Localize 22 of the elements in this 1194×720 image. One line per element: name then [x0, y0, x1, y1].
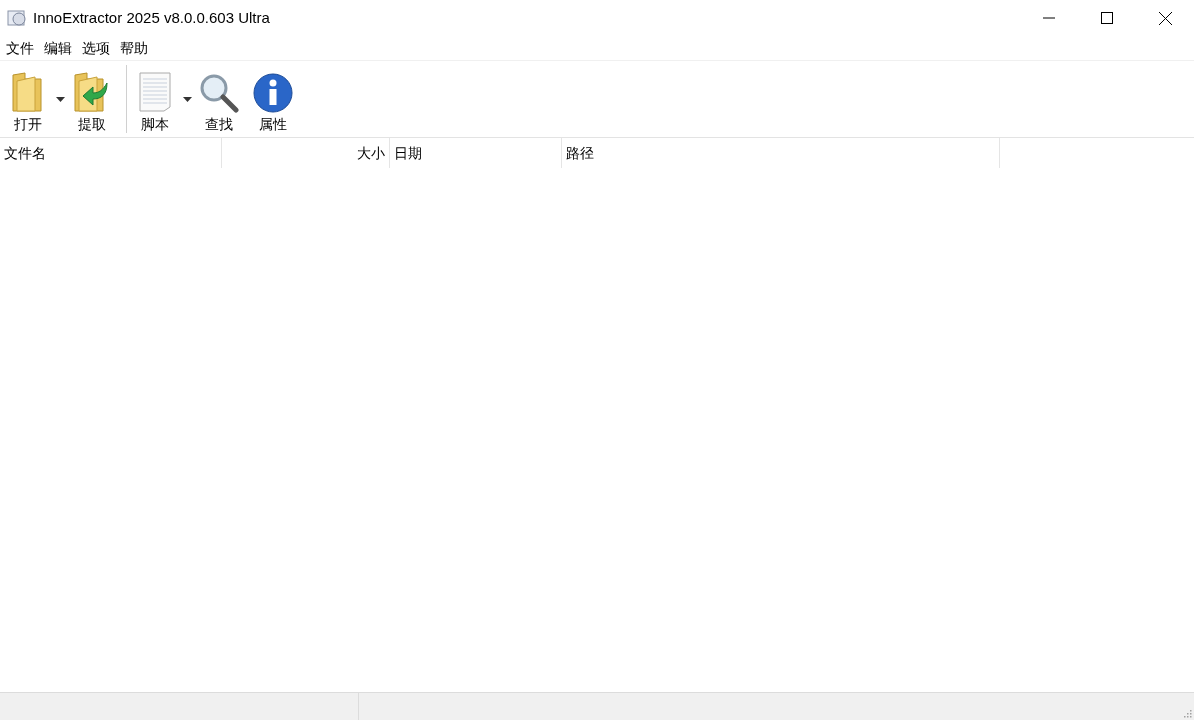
document-icon: [138, 71, 172, 113]
toolbar-button[interactable]: 属性: [249, 65, 303, 133]
info-icon: [253, 73, 293, 113]
folder-arrow-icon: [73, 71, 111, 113]
resize-grip-icon: [1182, 708, 1192, 718]
close-icon: [1158, 11, 1172, 25]
menu-item[interactable]: 帮助: [115, 38, 153, 58]
caret-icon: [56, 96, 65, 102]
toolbar-button[interactable]: 脚本: [131, 65, 195, 133]
toolbar-button[interactable]: 打开: [4, 65, 68, 133]
toolbar-button[interactable]: 提取: [68, 65, 122, 133]
folder-icon: [11, 71, 45, 113]
menu-item[interactable]: 编辑: [39, 38, 77, 58]
minimize-icon: [1043, 17, 1055, 19]
menu-item[interactable]: 文件: [1, 38, 39, 58]
menu-item[interactable]: 选项: [77, 38, 115, 58]
app-icon: [7, 8, 27, 28]
maximize-icon: [1101, 12, 1113, 24]
toolbar-button[interactable]: 查找: [195, 65, 249, 133]
search-icon: [199, 73, 239, 113]
caret-icon: [183, 96, 192, 102]
window-title: InnoExtractor 2025 v8.0.0.603 Ultra: [33, 7, 270, 28]
